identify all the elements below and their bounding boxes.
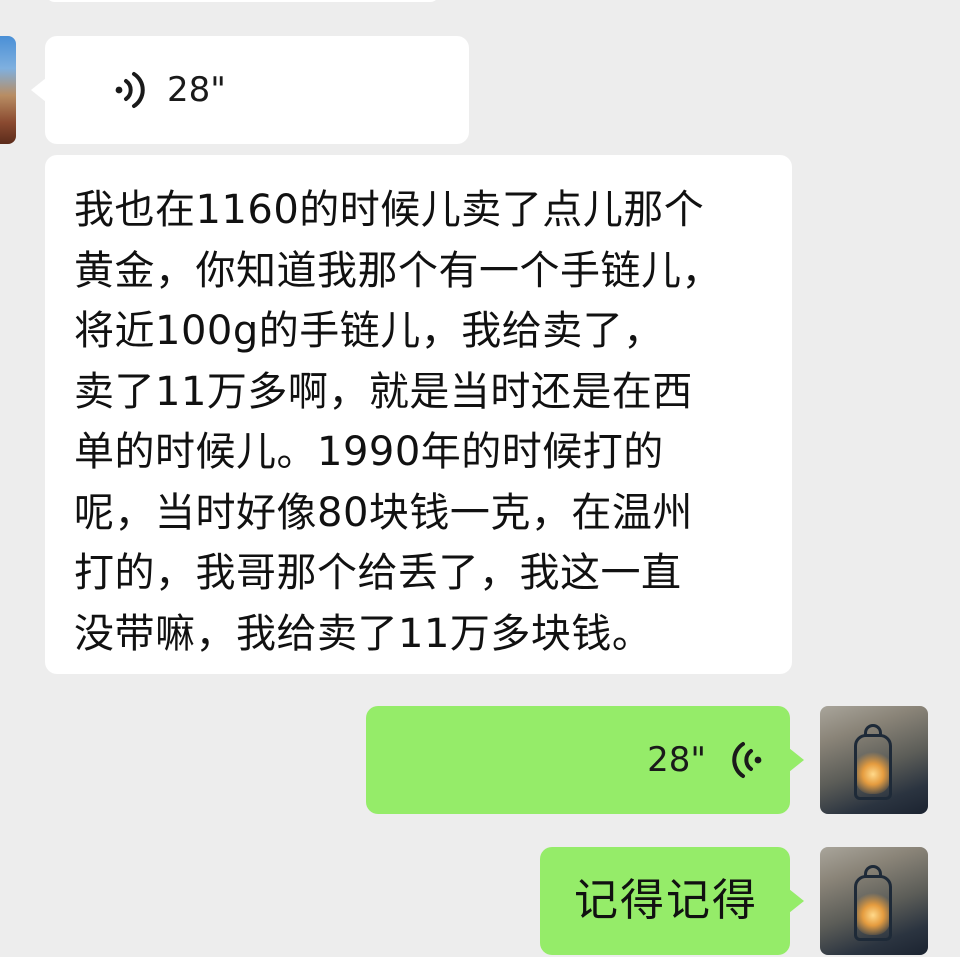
contact-avatar[interactable]	[0, 36, 16, 144]
bubble-tail	[789, 748, 804, 772]
voice-duration: 28"	[647, 740, 706, 780]
chat-window: 28" 我也在1160的时候儿卖了点儿那个 黄金，你知道我那个有一个手链儿， 将…	[0, 0, 960, 957]
outgoing-voice-message[interactable]: 28"	[366, 706, 804, 814]
previous-message-bubble[interactable]	[45, 0, 440, 2]
my-avatar[interactable]	[820, 706, 928, 814]
bubble-tail	[31, 78, 46, 102]
voice-duration: 28"	[167, 70, 226, 110]
voice-wave-icon	[732, 742, 762, 778]
my-avatar[interactable]	[820, 847, 928, 955]
incoming-text-message[interactable]: 我也在1160的时候儿卖了点儿那个 黄金，你知道我那个有一个手链儿， 将近100…	[45, 155, 792, 674]
incoming-voice-message[interactable]: 28"	[31, 36, 469, 144]
lantern-icon	[854, 875, 892, 941]
message-text: 记得记得	[574, 875, 758, 926]
bubble-tail	[789, 889, 804, 913]
message-text: 我也在1160的时候儿卖了点儿那个 黄金，你知道我那个有一个手链儿， 将近100…	[74, 187, 722, 657]
voice-wave-icon	[115, 72, 145, 108]
lantern-icon	[854, 734, 892, 800]
outgoing-text-message[interactable]: 记得记得	[540, 847, 804, 955]
